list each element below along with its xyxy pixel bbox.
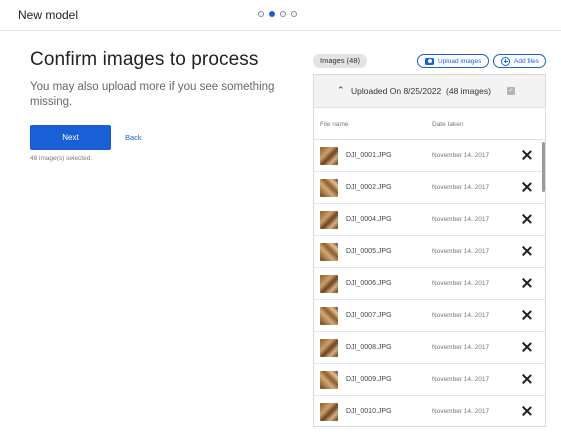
file-name: DJI_0009.JPG [346,376,392,383]
file-name: DJI_0005.JPG [346,248,392,255]
table-row: DJI_0001.JPG November 14, 2017 [314,140,545,172]
remove-icon[interactable] [521,309,533,321]
remove-icon[interactable] [521,149,533,161]
step-indicator [258,11,297,17]
file-date: November 14, 2017 [432,376,490,383]
upload-group-title: Uploaded On 8/25/2022 (48 images) [351,86,491,96]
step-dot-2-active [269,11,275,17]
table-header: File name Date taken [314,108,545,140]
upload-images-label: Upload images [438,57,482,65]
back-link[interactable]: Back [125,133,142,142]
table-row: DJI_0007.JPG November 14, 2017 [314,300,545,332]
image-thumbnail [320,307,338,325]
file-date: November 14, 2017 [432,248,490,255]
file-date: November 14, 2017 [432,184,490,191]
file-list: DJI_0001.JPG November 14, 2017 DJI_0002.… [314,140,545,426]
image-thumbnail [320,147,338,165]
file-name: DJI_0008.JPG [346,344,392,351]
image-thumbnail [320,339,338,357]
file-name: DJI_0010.JPG [346,408,392,415]
intro-section: Confirm images to process You may also u… [30,49,290,110]
add-files-button[interactable]: Add files [493,54,546,68]
selected-count: 48 image(s) selected. [30,155,93,162]
chevron-up-icon[interactable]: ⌃ [337,85,345,96]
remove-icon[interactable] [521,277,533,289]
page-title: Confirm images to process [30,49,259,70]
file-date: November 14, 2017 [432,216,490,223]
image-thumbnail [320,403,338,421]
file-list-scrollbar[interactable] [542,140,545,426]
table-row: DJI_0008.JPG November 14, 2017 [314,332,545,364]
file-date: November 14, 2017 [432,408,490,415]
image-thumbnail [320,371,338,389]
file-date: November 14, 2017 [432,344,490,351]
app-title: New model [18,8,79,22]
remove-icon[interactable] [521,245,533,257]
file-name: DJI_0004.JPG [346,216,392,223]
table-row: DJI_0004.JPG November 14, 2017 [314,204,545,236]
step-dot-3 [280,11,286,17]
plus-circle-icon [501,56,510,66]
images-panel: ⌃ Uploaded On 8/25/2022 (48 images) ✓ Fi… [313,74,546,427]
add-files-label: Add files [514,57,539,65]
select-all-checkbox[interactable]: ✓ [507,87,515,95]
remove-icon[interactable] [521,341,533,353]
table-row: DJI_0006.JPG November 14, 2017 [314,268,545,300]
top-bar: New model [0,0,561,31]
remove-icon[interactable] [521,181,533,193]
file-name: DJI_0006.JPG [346,280,392,287]
image-thumbnail [320,179,338,197]
page-subtitle: You may also upload more if you see some… [30,81,275,108]
table-row: DJI_0009.JPG November 14, 2017 [314,364,545,396]
file-name: DJI_0007.JPG [346,312,392,319]
camera-icon [425,57,434,65]
next-button[interactable]: Next [30,125,111,150]
column-header-date-taken: Date taken [432,121,464,128]
table-row: DJI_0010.JPG November 14, 2017 [314,396,545,426]
remove-icon[interactable] [521,213,533,225]
table-row: DJI_0002.JPG November 14, 2017 [314,172,545,204]
upload-images-button[interactable]: Upload images [417,54,489,68]
step-dot-4 [291,11,297,17]
remove-icon[interactable] [521,405,533,417]
file-date: November 14, 2017 [432,312,490,319]
column-header-file-name: File name [320,121,349,128]
remove-icon[interactable] [521,373,533,385]
file-date: November 14, 2017 [432,152,490,159]
image-thumbnail [320,211,338,229]
action-bar: Next Back [30,125,142,150]
image-thumbnail [320,243,338,261]
step-dot-1 [258,11,264,17]
file-name: DJI_0001.JPG [346,152,392,159]
images-count-badge: Images (48) [313,54,368,68]
scroll-thumb[interactable] [542,142,545,192]
file-date: November 14, 2017 [432,280,490,287]
upload-group-header[interactable]: ⌃ Uploaded On 8/25/2022 (48 images) ✓ [314,75,545,108]
table-row: DJI_0005.JPG November 14, 2017 [314,236,545,268]
file-name: DJI_0002.JPG [346,184,392,191]
image-thumbnail [320,275,338,293]
